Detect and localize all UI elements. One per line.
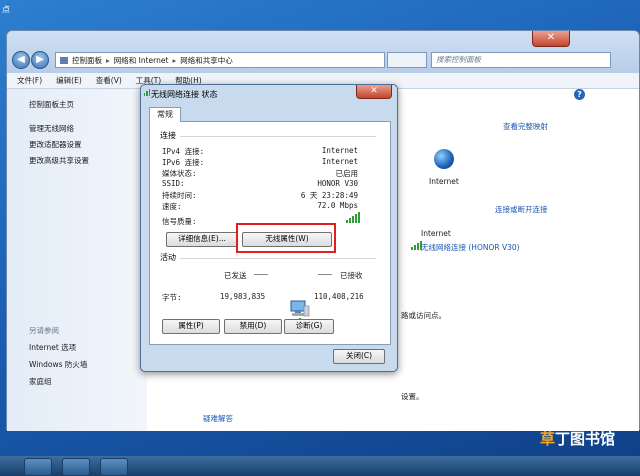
partial-text-access-point: 路或访问点。 (401, 311, 446, 320)
network-computer-icon (290, 300, 310, 317)
sidebar-advanced-sharing[interactable]: 更改高级共享设置 (29, 155, 89, 166)
taskbar-app-icon[interactable] (24, 458, 52, 476)
sidebar: 控制面板主页 管理无线网络 更改适配器设置 更改高级共享设置 另请参阅 Inte… (7, 89, 147, 431)
window-close-button[interactable]: ✕ (532, 31, 570, 47)
activity-section-title: 活动 (160, 253, 176, 262)
highlight-box (236, 223, 336, 253)
connection-section-title: 连接 (160, 131, 176, 140)
refresh-button[interactable] (387, 52, 427, 68)
wireless-connection-link[interactable]: 无线网络连接 (HONOR V30) (421, 242, 520, 253)
details-button[interactable]: 详细信息(E)... (166, 232, 238, 247)
sidebar-homegroup[interactable]: 家庭组 (29, 376, 52, 387)
internet-label: Internet (429, 177, 459, 186)
sidebar-windows-firewall[interactable]: Windows 防火墙 (29, 359, 87, 370)
sidebar-internet-options[interactable]: Internet 选项 (29, 342, 76, 353)
signal-quality-label: 信号质量: (162, 217, 197, 226)
bytes-received-value: 110,408,216 (314, 292, 364, 301)
bytes-label: 字节: (162, 293, 182, 302)
activity-divider (180, 258, 376, 259)
taskbar-app-icon[interactable] (100, 458, 128, 476)
properties-button[interactable]: 属性(P) (162, 319, 220, 334)
ssid-label: SSID: (162, 179, 185, 188)
see-also-heading: 另请参阅 (29, 326, 59, 335)
menu-view[interactable]: 查看(V) (96, 75, 122, 86)
help-icon[interactable]: ? (574, 89, 585, 100)
sidebar-control-panel-home[interactable]: 控制面板主页 (29, 99, 74, 110)
duration-value: 6 天 23:28:49 (300, 191, 358, 200)
signal-quality-icon (346, 212, 360, 223)
internet-globe-icon (434, 149, 454, 169)
back-button[interactable]: ◀ (12, 51, 30, 69)
breadcrumb-network-internet[interactable]: 网络和 Internet (114, 55, 169, 66)
watermark: 草丁图书馆 (540, 428, 636, 452)
duration-label: 持续时间: (162, 191, 197, 200)
taskbar (0, 456, 640, 476)
breadcrumb-control-panel[interactable]: 控制面板 (72, 55, 102, 66)
dialog-signal-icon (144, 89, 150, 96)
forward-button[interactable]: ▶ (31, 51, 49, 69)
ssid-value: HONOR V30 (317, 179, 358, 188)
menu-file[interactable]: 文件(F) (17, 75, 42, 86)
speed-value: 72.0 Mbps (317, 201, 358, 210)
speed-label: 速度: (162, 202, 182, 211)
wireless-status-dialog: 无线网络连接 状态 ✕ 常规 连接 IPv4 连接: Internet IPv6… (140, 84, 398, 372)
breadcrumb-separator[interactable]: ▸ (172, 56, 176, 65)
ipv4-value: Internet (321, 146, 358, 155)
ipv6-value: Internet (321, 157, 358, 166)
address-bar[interactable]: 控制面板 ▸ 网络和 Internet ▸ 网络和共享中心 (55, 52, 385, 68)
close-button[interactable]: 关闭(C) (333, 349, 385, 364)
received-line (318, 274, 332, 275)
sent-line (254, 274, 268, 275)
media-state-label: 媒体状态: (162, 169, 197, 178)
sidebar-manage-wireless[interactable]: 管理无线网络 (29, 123, 74, 134)
connect-disconnect-link[interactable]: 连接或断开连接 (495, 204, 548, 215)
received-label: 已接收 (340, 271, 363, 280)
menu-edit[interactable]: 编辑(E) (56, 75, 82, 86)
breadcrumb-separator[interactable]: ▸ (106, 56, 110, 65)
search-input[interactable]: 搜索控制面板 (431, 52, 611, 68)
taskbar-app-icon[interactable] (62, 458, 90, 476)
access-type-value: Internet (421, 229, 451, 238)
bytes-sent-value: 19,983,835 (220, 292, 266, 301)
partial-text-settings: 设置。 (401, 392, 424, 401)
diagnose-button[interactable]: 诊断(G) (284, 319, 334, 334)
folder-icon (60, 56, 68, 64)
watermark-part2: 丁图书馆 (555, 430, 616, 448)
desktop-edge-text: 点 (2, 5, 10, 14)
ipv4-label: IPv4 连接: (162, 147, 205, 156)
disable-button[interactable]: 禁用(D) (224, 319, 282, 334)
connection-divider (180, 136, 376, 137)
media-state-value: 已启用 (335, 169, 359, 178)
dialog-title: 无线网络连接 状态 (151, 90, 218, 99)
dialog-close-x-button[interactable]: ✕ (356, 85, 392, 99)
view-full-map-link[interactable]: 查看完整映射 (503, 121, 548, 132)
watermark-part1: 草 (540, 430, 556, 448)
troubleshoot-link[interactable]: 疑难解答 (203, 413, 233, 424)
ipv6-label: IPv6 连接: (162, 158, 205, 167)
sidebar-adapter-settings[interactable]: 更改适配器设置 (29, 139, 82, 150)
sent-label: 已发送 (224, 271, 247, 280)
tab-general[interactable]: 常规 (149, 107, 181, 122)
breadcrumb-network-sharing[interactable]: 网络和共享中心 (180, 55, 233, 66)
